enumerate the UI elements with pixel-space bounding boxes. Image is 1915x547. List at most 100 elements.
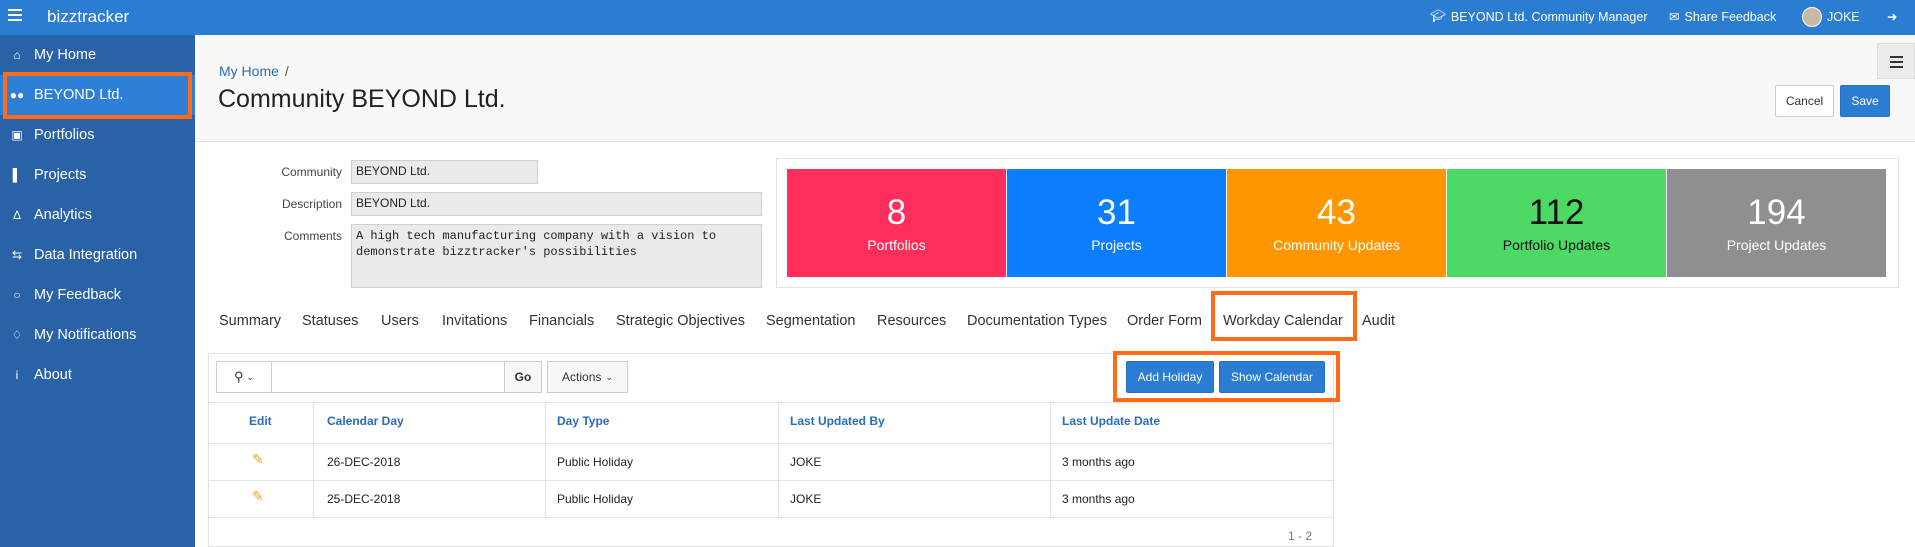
description-label: Description [281,197,342,211]
sidebar-item-label: About [34,367,72,383]
tab-strategic-objectives[interactable]: Strategic Objectives [616,313,745,329]
stat-projects[interactable]: 31 Projects [1007,169,1226,277]
stat-value: 31 [1097,193,1136,232]
line-chart-icon: ∆ [13,208,21,222]
column-header-last-update-date[interactable]: Last Update Date [1062,414,1160,428]
info-icon: i [15,368,19,382]
tab-statuses[interactable]: Statuses [302,313,358,329]
chevron-down-icon: ⌄ [605,371,613,382]
sidebar-item-label: Data Integration [34,247,138,263]
tab-segmentation[interactable]: Segmentation [766,313,855,329]
stat-value: 43 [1317,193,1356,232]
stat-community-updates[interactable]: 43 Community Updates [1227,169,1446,277]
stat-label: Project Updates [1726,237,1827,253]
last-update-date-cell: 3 months ago [1062,492,1135,506]
stat-value: 194 [1747,193,1806,232]
sidebar-item-beyond-ltd[interactable]: ●● BEYOND Ltd. [0,75,195,115]
cancel-button[interactable]: Cancel [1775,85,1834,117]
tab-audit[interactable]: Audit [1362,313,1395,329]
sidebar-item-label: Portfolios [34,127,95,143]
last-updated-by-cell: JOKE [790,455,822,469]
community-field[interactable]: BEYOND Ltd. [351,160,538,184]
tab-resources[interactable]: Resources [877,313,946,329]
column-divider [545,402,546,518]
search-column-selector[interactable]: ⚲ ⌄ [217,362,272,392]
top-bar: bizztracker 🎓︎ BEYOND Ltd. Community Man… [0,0,1915,35]
sidebar-item-projects[interactable]: ▌ Projects [0,155,195,195]
description-field[interactable]: BEYOND Ltd. [351,192,762,216]
edit-pencil-icon[interactable]: ✎ [252,488,264,505]
stat-portfolio-updates[interactable]: 112 Portfolio Updates [1447,169,1666,277]
sidebar-item-portfolios[interactable]: ▣ Portfolios [0,115,195,155]
search-input[interactable] [273,362,504,392]
column-header-calendar-day[interactable]: Calendar Day [327,414,404,428]
page-title: Community BEYOND Ltd. [218,85,506,113]
last-updated-by-cell: JOKE [790,492,822,506]
menu-icon[interactable] [8,9,22,21]
breadcrumb-home-link[interactable]: My Home [219,63,279,79]
stat-label: Portfolio Updates [1502,237,1611,253]
sidebar-item-analytics[interactable]: ∆ Analytics [0,195,195,235]
stat-project-updates[interactable]: 194 Project Updates [1667,169,1886,277]
envelope-icon: ✉ [1669,10,1680,24]
stat-label: Portfolios [867,237,926,253]
stat-portfolios[interactable]: 8 Portfolios [787,169,1006,277]
bar-chart-icon: ▌ [12,168,22,182]
sidebar-item-my-notifications[interactable]: ♢ My Notifications [0,315,195,355]
share-feedback-label: Share Feedback [1684,9,1777,24]
tab-invitations[interactable]: Invitations [442,313,507,329]
table-divider [209,402,1333,403]
app-brand[interactable]: bizztracker [47,7,129,27]
exchange-icon: ⇆ [11,248,23,262]
comments-label: Comments [283,229,342,243]
day-type-cell: Public Holiday [557,455,634,469]
tab-financials[interactable]: Financials [529,313,594,329]
sidebar-item-label: My Notifications [34,327,137,343]
column-header-last-updated-by[interactable]: Last Updated By [790,414,885,428]
sidebar-item-data-integration[interactable]: ⇆ Data Integration [0,235,195,275]
user-name: JOKE [1827,10,1860,24]
go-button[interactable]: Go [504,361,542,393]
comments-field[interactable]: A high tech manufacturing company with a… [351,224,762,288]
save-button[interactable]: Save [1840,85,1890,117]
briefcase-icon: ▣ [11,128,23,142]
stats-panel: 8 Portfolios 31 Projects 43 Community Up… [776,158,1899,288]
sidebar-item-about[interactable]: i About [0,355,195,395]
day-type-cell: Public Holiday [557,492,634,506]
sign-out-icon[interactable]: ➜ [1887,9,1897,24]
community-label: Community [281,165,342,179]
add-holiday-button[interactable]: Add Holiday [1126,361,1214,393]
edit-pencil-icon[interactable]: ✎ [252,451,264,468]
bell-icon: ♢ [11,328,23,342]
search-bar: ⚲ ⌄ [216,361,505,393]
sidebar-item-label: Analytics [34,207,93,223]
column-divider [1050,402,1051,518]
actions-button[interactable]: Actions ⌄ [547,361,628,393]
column-header-day-type[interactable]: Day Type [557,414,609,428]
avatar [1802,7,1822,27]
sidebar: ⌂ My Home ●● BEYOND Ltd. ▣ Portfolios ▌ Proj… [0,35,195,547]
side-panel-toggle[interactable] [1877,43,1915,79]
sidebar-item-label: BEYOND Ltd. [34,87,124,103]
sidebar-item-label: My Feedback [34,287,122,303]
sidebar-item-my-feedback[interactable]: ○ My Feedback [0,275,195,315]
calendar-day-cell: 25-DEC-2018 [327,492,401,506]
user-menu[interactable]: JOKE [1802,7,1860,27]
sidebar-item-label: Projects [34,167,87,183]
column-header-edit[interactable]: Edit [249,414,272,428]
home-icon: ⌂ [13,48,21,62]
tab-workday-calendar[interactable]: Workday Calendar [1223,313,1343,329]
tab-users[interactable]: Users [381,313,419,329]
community-role-menu[interactable]: 🎓︎ BEYOND Ltd. Community Manager [1430,9,1647,24]
table-divider [209,443,1333,444]
page-header: My Home / Community BEYOND Ltd. [195,35,1915,142]
show-calendar-button[interactable]: Show Calendar [1219,361,1325,393]
column-divider [313,402,314,518]
tab-order-form[interactable]: Order Form [1127,313,1202,329]
sidebar-item-my-home[interactable]: ⌂ My Home [0,35,195,75]
table-divider [209,480,1333,481]
tab-summary[interactable]: Summary [219,313,281,329]
pagination-label: 1 - 2 [1288,529,1313,543]
tab-documentation-types[interactable]: Documentation Types [967,313,1107,329]
share-feedback-link[interactable]: ✉ Share Feedback [1669,9,1777,25]
